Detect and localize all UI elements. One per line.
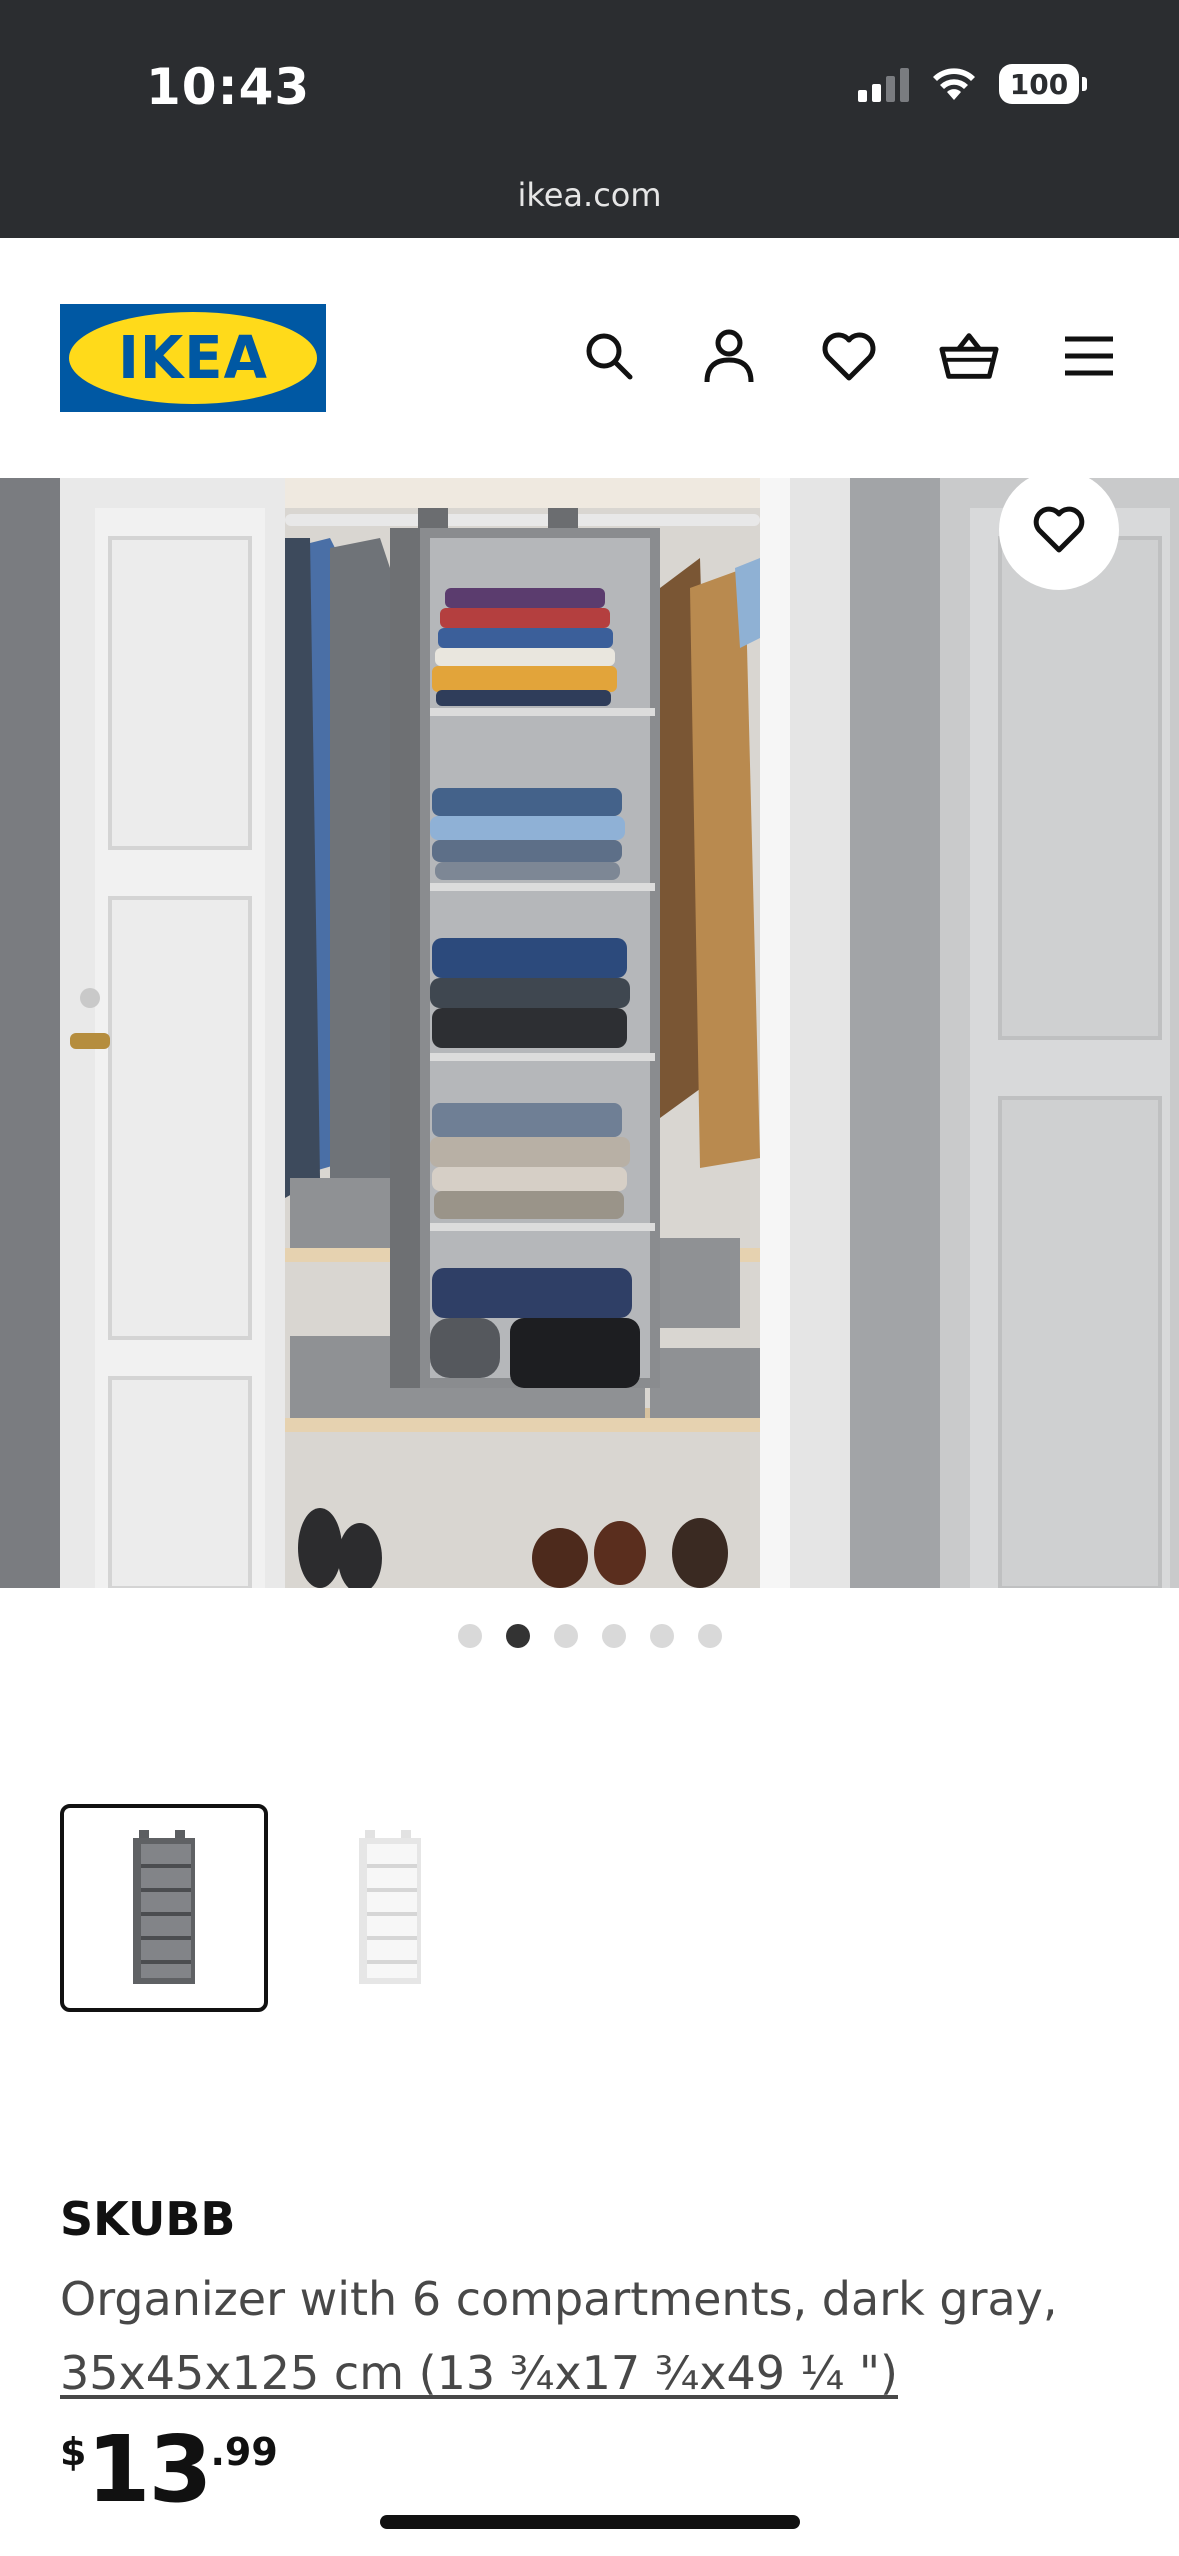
site-header: IKEA [0, 238, 1179, 478]
status-bar: 10:43 100 ikea.com [0, 0, 1179, 238]
product-name: SKUBB [60, 2192, 236, 2246]
add-to-favorites-button[interactable] [999, 470, 1119, 590]
carousel-dot[interactable] [553, 1624, 578, 1648]
product-price: $ 13 .99 [60, 2420, 278, 2520]
product-size-link[interactable]: 35x45x125 cm (13 ¾x17 ¾x49 ¼ ") [60, 2346, 898, 2400]
battery-icon: 100 [999, 64, 1087, 104]
price-decimal: .99 [210, 2430, 278, 2474]
product-description-text: Organizer with 6 compartments, dark gray… [60, 2272, 1058, 2326]
cellular-signal-icon [858, 66, 909, 102]
carousel-dot[interactable] [601, 1624, 626, 1648]
variant-white-thumbnail[interactable] [286, 1804, 494, 2012]
basket-icon[interactable] [939, 326, 999, 386]
organizer-white-image [359, 1830, 421, 1984]
product-description: Organizer with 6 compartments, dark gray… [60, 2262, 1140, 2410]
header-actions [579, 326, 1119, 386]
carousel-dot[interactable] [649, 1624, 674, 1648]
variant-thumbnails [60, 1804, 494, 2012]
search-icon[interactable] [579, 326, 639, 386]
closet-photo [0, 478, 1179, 1588]
price-currency: $ [60, 2430, 87, 2474]
price-integer: 13 [86, 2416, 212, 2523]
heart-icon[interactable] [819, 326, 879, 386]
organizer-gray-image [133, 1830, 195, 1984]
status-icons: 100 [858, 64, 1087, 104]
carousel-dot[interactable] [697, 1624, 722, 1648]
carousel-dots [0, 1624, 1179, 1648]
carousel-dot[interactable] [457, 1624, 482, 1648]
logo-ellipse: IKEA [69, 312, 317, 404]
product-image[interactable] [0, 478, 1179, 1588]
variant-dark-gray-thumbnail[interactable] [60, 1804, 268, 2012]
home-indicator[interactable] [380, 2515, 800, 2529]
logo-text: IKEA [118, 323, 268, 393]
carousel-dot-active[interactable] [505, 1624, 530, 1648]
heart-icon [1033, 506, 1085, 553]
ikea-logo[interactable]: IKEA [60, 304, 326, 412]
wifi-icon [933, 68, 975, 100]
menu-icon[interactable] [1059, 326, 1119, 386]
status-time: 10:43 [146, 58, 311, 116]
url-bar[interactable]: ikea.com [0, 176, 1179, 214]
account-icon[interactable] [699, 326, 759, 386]
